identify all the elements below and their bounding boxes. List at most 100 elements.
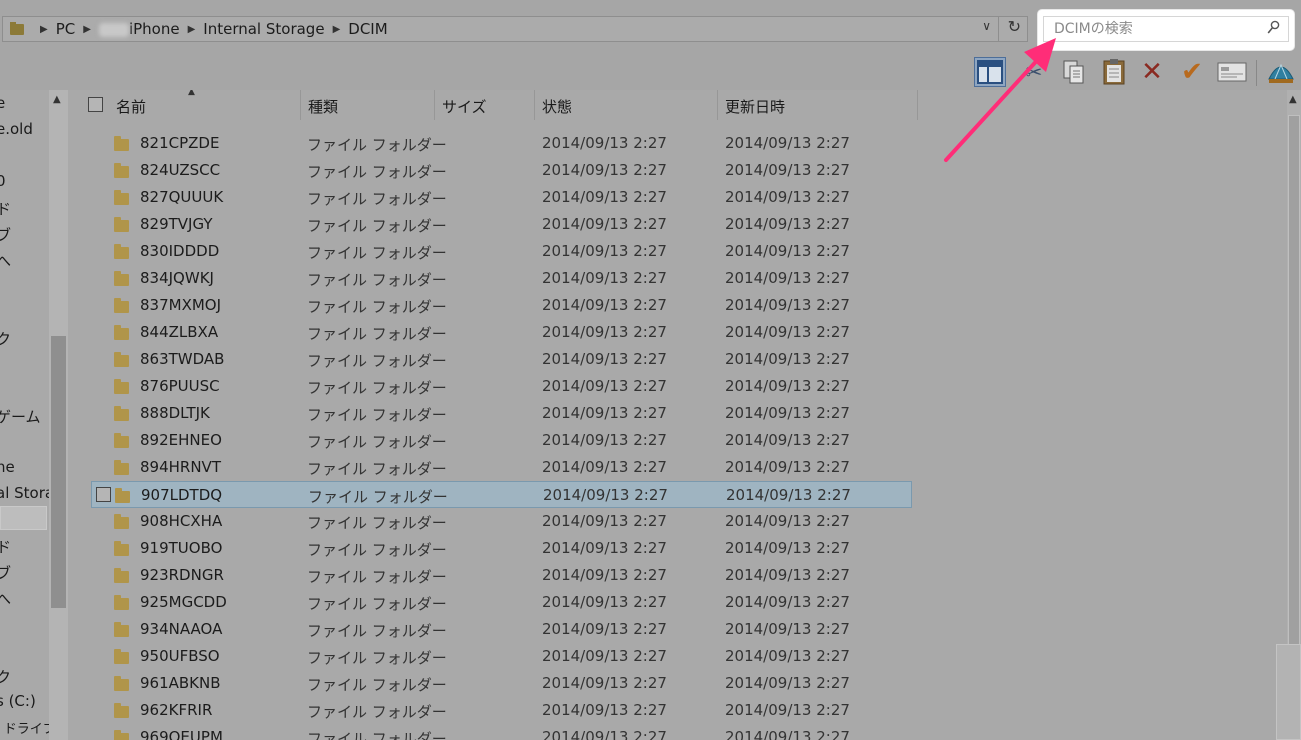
search-box[interactable] [1043, 16, 1289, 42]
nav-item[interactable]: s (C:) [0, 692, 36, 710]
select-all-checkbox[interactable] [88, 97, 103, 112]
cut-icon[interactable]: ✂ [1018, 57, 1050, 87]
history-dropdown-icon[interactable]: ∨ [982, 19, 991, 33]
breadcrumb[interactable]: ▶ PC ▶ iPhone ▶ Internal Storage ▶ DCIM … [2, 16, 1028, 42]
rename-icon[interactable] [1216, 57, 1248, 87]
delete-icon[interactable]: ✕ [1136, 57, 1168, 87]
table-row[interactable]: 830IDDDD ファイル フォルダー 2014/09/13 2:27 2014/09… [91, 238, 912, 265]
file-name[interactable]: 894HRNVT [140, 458, 221, 476]
table-row[interactable]: 894HRNVT ファイル フォルダー 2014/09/13 2:27 2014/09… [91, 454, 912, 481]
shell-icon[interactable] [1265, 57, 1297, 87]
table-row[interactable]: 925MGCDD ファイル フォルダー 2014/09/13 2:27 2014/09… [91, 589, 912, 616]
nav-item[interactable]: e [0, 94, 5, 112]
column-modified[interactable]: 更新日時 [725, 96, 785, 117]
nav-item[interactable]: ク [0, 328, 11, 349]
table-row[interactable]: 950UFBSO ファイル フォルダー 2014/09/13 2:27 2014/09… [91, 643, 912, 670]
file-name[interactable]: 834JQWKJ [140, 269, 214, 287]
nav-item[interactable]: へ [0, 250, 11, 271]
scroll-up-icon[interactable]: ▲ [53, 94, 61, 105]
file-name[interactable]: 827QUUUK [140, 188, 223, 206]
table-row[interactable]: 962KFRIR ファイル フォルダー 2014/09/13 2:27 2014/09… [91, 697, 912, 724]
nav-item[interactable]: ブ [0, 562, 11, 583]
file-name[interactable]: 961ABKNB [140, 674, 221, 692]
file-name[interactable]: 876PUUSC [140, 377, 220, 395]
file-name[interactable]: 969QEUPM [140, 728, 223, 740]
chevron-right-icon[interactable]: ▶ [83, 24, 91, 35]
file-name[interactable]: 830IDDDD [140, 242, 219, 260]
file-name[interactable]: 824UZSCC [140, 161, 220, 179]
nav-item[interactable]: l ドライブ [0, 718, 56, 737]
crumb-iphone[interactable]: iPhone [98, 20, 180, 38]
column-divider[interactable] [917, 90, 918, 120]
column-divider[interactable] [434, 90, 435, 120]
file-name[interactable]: 908HCXHA [140, 512, 222, 530]
table-row[interactable]: 837MXMOJ ファイル フォルダー 2014/09/13 2:27 2014/09… [91, 292, 912, 319]
layout-pane-button[interactable] [974, 57, 1006, 87]
nav-item[interactable]: ne [0, 458, 15, 476]
file-name[interactable]: 829TVJGY [140, 215, 213, 233]
chevron-right-icon[interactable]: ▶ [40, 24, 48, 35]
chevron-right-icon[interactable]: ▶ [333, 24, 341, 35]
nav-item[interactable]: ゲーム [0, 406, 41, 427]
list-scrollbar[interactable]: ▲ [1287, 90, 1301, 740]
scroll-up-icon[interactable]: ▲ [1289, 94, 1297, 105]
column-divider[interactable] [300, 90, 301, 120]
table-row[interactable]: 829TVJGY ファイル フォルダー 2014/09/13 2:27 2014/09… [91, 211, 912, 238]
table-row[interactable]: 824UZSCC ファイル フォルダー 2014/09/13 2:27 2014/09… [91, 157, 912, 184]
table-row[interactable]: 908HCXHA ファイル フォルダー 2014/09/13 2:27 2014/09… [91, 508, 912, 535]
nav-item[interactable]: ブ [0, 224, 11, 245]
table-row[interactable]: 834JQWKJ ファイル フォルダー 2014/09/13 2:27 2014/09… [91, 265, 912, 292]
file-name[interactable]: 844ZLBXA [140, 323, 218, 341]
table-row[interactable]: 907LDTDQ ファイル フォルダー 2014/09/13 2:27 2014/09… [91, 481, 912, 508]
file-name[interactable]: 919TUOBO [140, 539, 222, 557]
file-name[interactable]: 821CPZDE [140, 134, 219, 152]
file-name[interactable]: 907LDTDQ [141, 486, 222, 504]
nav-scrollbar[interactable]: ▲ [49, 90, 68, 740]
table-row[interactable]: 934NAAOA ファイル フォルダー 2014/09/13 2:27 2014/09… [91, 616, 912, 643]
search-input[interactable] [1052, 17, 1266, 41]
nav-item[interactable]: ク [0, 666, 11, 687]
file-name[interactable]: 837MXMOJ [140, 296, 221, 314]
crumb-pc[interactable]: PC [56, 20, 76, 38]
nav-item[interactable]: e.old [0, 120, 33, 138]
file-name[interactable]: 934NAAOA [140, 620, 222, 638]
row-checkbox[interactable] [96, 487, 111, 502]
nav-item[interactable]: ド [0, 536, 11, 557]
nav-item[interactable]: へ [0, 588, 11, 609]
refresh-icon[interactable]: ↻ [1008, 17, 1021, 36]
table-row[interactable]: 844ZLBXA ファイル フォルダー 2014/09/13 2:27 2014/09… [91, 319, 912, 346]
table-row[interactable]: 821CPZDE ファイル フォルダー 2014/09/13 2:27 2014/09… [91, 130, 912, 157]
column-status[interactable]: 状態 [542, 96, 572, 117]
copy-icon[interactable] [1058, 57, 1090, 87]
check-icon[interactable]: ✔ [1176, 57, 1208, 87]
scroll-thumb[interactable] [51, 336, 66, 608]
table-row[interactable]: 888DLTJK ファイル フォルダー 2014/09/13 2:27 2014/09… [91, 400, 912, 427]
crumb-internal-storage[interactable]: Internal Storage [203, 20, 324, 38]
table-row[interactable]: 919TUOBO ファイル フォルダー 2014/09/13 2:27 2014/09… [91, 535, 912, 562]
paste-icon[interactable] [1098, 57, 1130, 87]
table-row[interactable]: 961ABKNB ファイル フォルダー 2014/09/13 2:27 2014/09… [91, 670, 912, 697]
file-name[interactable]: 892EHNEO [140, 431, 222, 449]
column-divider[interactable] [534, 90, 535, 120]
file-name[interactable]: 888DLTJK [140, 404, 210, 422]
column-divider[interactable] [717, 90, 718, 120]
file-name[interactable]: 962KFRIR [140, 701, 212, 719]
file-name[interactable]: 923RDNGR [140, 566, 224, 584]
table-row[interactable]: 876PUUSC ファイル フォルダー 2014/09/13 2:27 2014/09… [91, 373, 912, 400]
table-row[interactable]: 923RDNGR ファイル フォルダー 2014/09/13 2:27 2014/09… [91, 562, 912, 589]
column-type[interactable]: 種類 [308, 96, 338, 117]
column-size[interactable]: サイズ [442, 96, 487, 117]
table-row[interactable]: 827QUUUK ファイル フォルダー 2014/09/13 2:27 2014/09… [91, 184, 912, 211]
chevron-right-icon[interactable]: ▶ [188, 24, 196, 35]
nav-item[interactable]: 0 [0, 172, 6, 190]
scroll-thumb[interactable] [1288, 115, 1300, 711]
file-name[interactable]: 925MGCDD [140, 593, 227, 611]
table-row[interactable]: 892EHNEO ファイル フォルダー 2014/09/13 2:27 2014/09… [91, 427, 912, 454]
search-icon[interactable] [1267, 20, 1280, 36]
table-row[interactable]: 969QEUPM ファイル フォルダー 2014/09/13 2:27 2014/09… [91, 724, 912, 740]
column-name[interactable]: 名前 [116, 96, 146, 117]
table-row[interactable]: 863TWDAB ファイル フォルダー 2014/09/13 2:27 2014/09… [91, 346, 912, 373]
file-name[interactable]: 863TWDAB [140, 350, 224, 368]
nav-item[interactable]: ド [0, 198, 11, 219]
crumb-dcim[interactable]: DCIM [348, 20, 387, 38]
